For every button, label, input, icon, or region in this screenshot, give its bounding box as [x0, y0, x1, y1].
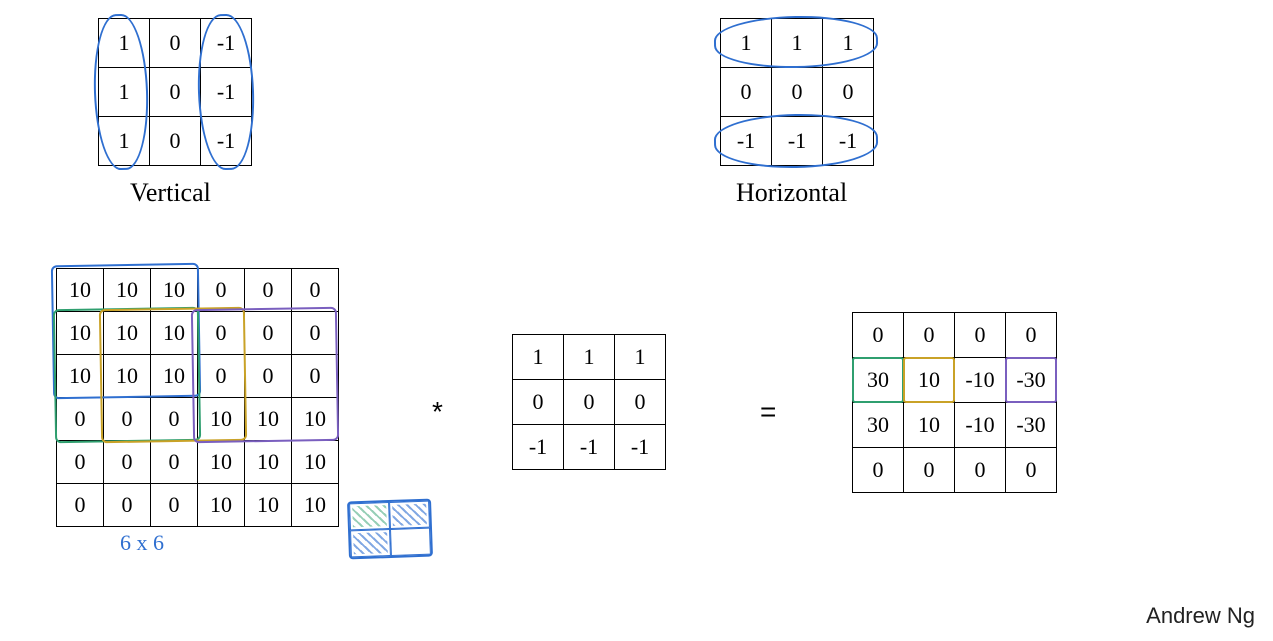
hf-cell: 0 — [823, 68, 874, 117]
in-cell: 0 — [198, 312, 245, 355]
in-cell: 10 — [57, 269, 104, 312]
horizontal-filter-grid: 1 1 1 0 0 0 -1 -1 -1 — [720, 18, 874, 166]
out-cell: 0 — [955, 313, 1006, 358]
in-cell: 0 — [57, 398, 104, 441]
vf-cell: 0 — [150, 19, 201, 68]
in-cell: 10 — [292, 484, 339, 527]
hf-cell: 0 — [721, 68, 772, 117]
out-cell: 10 — [904, 358, 955, 403]
in-cell: 0 — [292, 269, 339, 312]
applied-filter-block: 1 1 1 0 0 0 -1 -1 -1 — [512, 334, 666, 470]
output-4x4-block: 0 0 0 0 30 10 -10 -30 30 10 -10 -30 0 0 … — [852, 312, 1057, 493]
convolution-operator: * — [432, 396, 443, 428]
af-cell: 0 — [513, 380, 564, 425]
in-cell: 10 — [198, 398, 245, 441]
out-cell: 0 — [853, 448, 904, 493]
vf-cell: 1 — [99, 68, 150, 117]
equals-operator: = — [760, 396, 776, 428]
out-cell: 0 — [904, 448, 955, 493]
in-cell: 10 — [245, 484, 292, 527]
in-cell: 10 — [151, 355, 198, 398]
af-cell: 0 — [564, 380, 615, 425]
horizontal-filter-block: 1 1 1 0 0 0 -1 -1 -1 — [720, 18, 874, 166]
hf-cell: -1 — [823, 117, 874, 166]
out-cell: 0 — [1006, 313, 1057, 358]
af-cell: 0 — [615, 380, 666, 425]
in-cell: 0 — [245, 355, 292, 398]
in-cell: 0 — [151, 484, 198, 527]
in-cell: 10 — [292, 441, 339, 484]
out-cell: -30 — [1006, 403, 1057, 448]
out-cell: 0 — [1006, 448, 1057, 493]
out-cell: -30 — [1006, 358, 1057, 403]
in-cell: 0 — [198, 269, 245, 312]
in-cell: 0 — [292, 355, 339, 398]
in-cell: 0 — [104, 398, 151, 441]
vf-cell: -1 — [201, 19, 252, 68]
out-cell: 30 — [853, 403, 904, 448]
applied-filter-grid: 1 1 1 0 0 0 -1 -1 -1 — [512, 334, 666, 470]
in-cell: 10 — [198, 441, 245, 484]
hf-cell: -1 — [721, 117, 772, 166]
out-cell: -10 — [955, 403, 1006, 448]
in-cell: 0 — [104, 441, 151, 484]
in-cell: 10 — [104, 355, 151, 398]
out-cell: 0 — [904, 313, 955, 358]
input-size-note: 6 x 6 — [120, 530, 164, 556]
in-cell: 10 — [104, 269, 151, 312]
in-cell: 0 — [57, 441, 104, 484]
in-cell: 10 — [245, 441, 292, 484]
in-cell: 0 — [151, 398, 198, 441]
af-cell: -1 — [564, 425, 615, 470]
vf-cell: 0 — [150, 68, 201, 117]
in-cell: 10 — [198, 484, 245, 527]
horizontal-caption: Horizontal — [736, 178, 847, 208]
in-cell: 10 — [151, 312, 198, 355]
vertical-caption: Vertical — [130, 178, 211, 208]
out-cell: -10 — [955, 358, 1006, 403]
in-cell: 0 — [104, 484, 151, 527]
in-cell: 10 — [57, 355, 104, 398]
vertical-filter-block: 1 0 -1 1 0 -1 1 0 -1 — [98, 18, 252, 166]
hf-cell: 1 — [772, 19, 823, 68]
vf-cell: 1 — [99, 117, 150, 166]
out-cell: 30 — [853, 358, 904, 403]
input-6x6-grid: 10 10 10 0 0 0 10 10 10 0 0 0 10 10 10 0… — [56, 268, 339, 527]
in-cell: 0 — [151, 441, 198, 484]
af-cell: 1 — [564, 335, 615, 380]
hf-cell: -1 — [772, 117, 823, 166]
in-cell: 0 — [292, 312, 339, 355]
out-cell: 10 — [904, 403, 955, 448]
input-6x6-block: 10 10 10 0 0 0 10 10 10 0 0 0 10 10 10 0… — [56, 268, 339, 527]
in-cell: 0 — [245, 269, 292, 312]
vertical-filter-grid: 1 0 -1 1 0 -1 1 0 -1 — [98, 18, 252, 166]
vf-cell: 0 — [150, 117, 201, 166]
hf-cell: 0 — [772, 68, 823, 117]
out-cell: 0 — [955, 448, 1006, 493]
hf-cell: 1 — [823, 19, 874, 68]
vf-cell: 1 — [99, 19, 150, 68]
vf-cell: -1 — [201, 117, 252, 166]
in-cell: 10 — [245, 398, 292, 441]
mini-sketch-2x2 — [347, 499, 433, 560]
vf-cell: -1 — [201, 68, 252, 117]
in-cell: 0 — [198, 355, 245, 398]
out-cell: 0 — [853, 313, 904, 358]
af-cell: -1 — [513, 425, 564, 470]
in-cell: 10 — [292, 398, 339, 441]
hf-cell: 1 — [721, 19, 772, 68]
output-4x4-grid: 0 0 0 0 30 10 -10 -30 30 10 -10 -30 0 0 … — [852, 312, 1057, 493]
in-cell: 0 — [245, 312, 292, 355]
af-cell: -1 — [615, 425, 666, 470]
af-cell: 1 — [513, 335, 564, 380]
in-cell: 10 — [104, 312, 151, 355]
in-cell: 10 — [57, 312, 104, 355]
af-cell: 1 — [615, 335, 666, 380]
in-cell: 10 — [151, 269, 198, 312]
in-cell: 0 — [57, 484, 104, 527]
author-credit: Andrew Ng — [1146, 603, 1255, 629]
